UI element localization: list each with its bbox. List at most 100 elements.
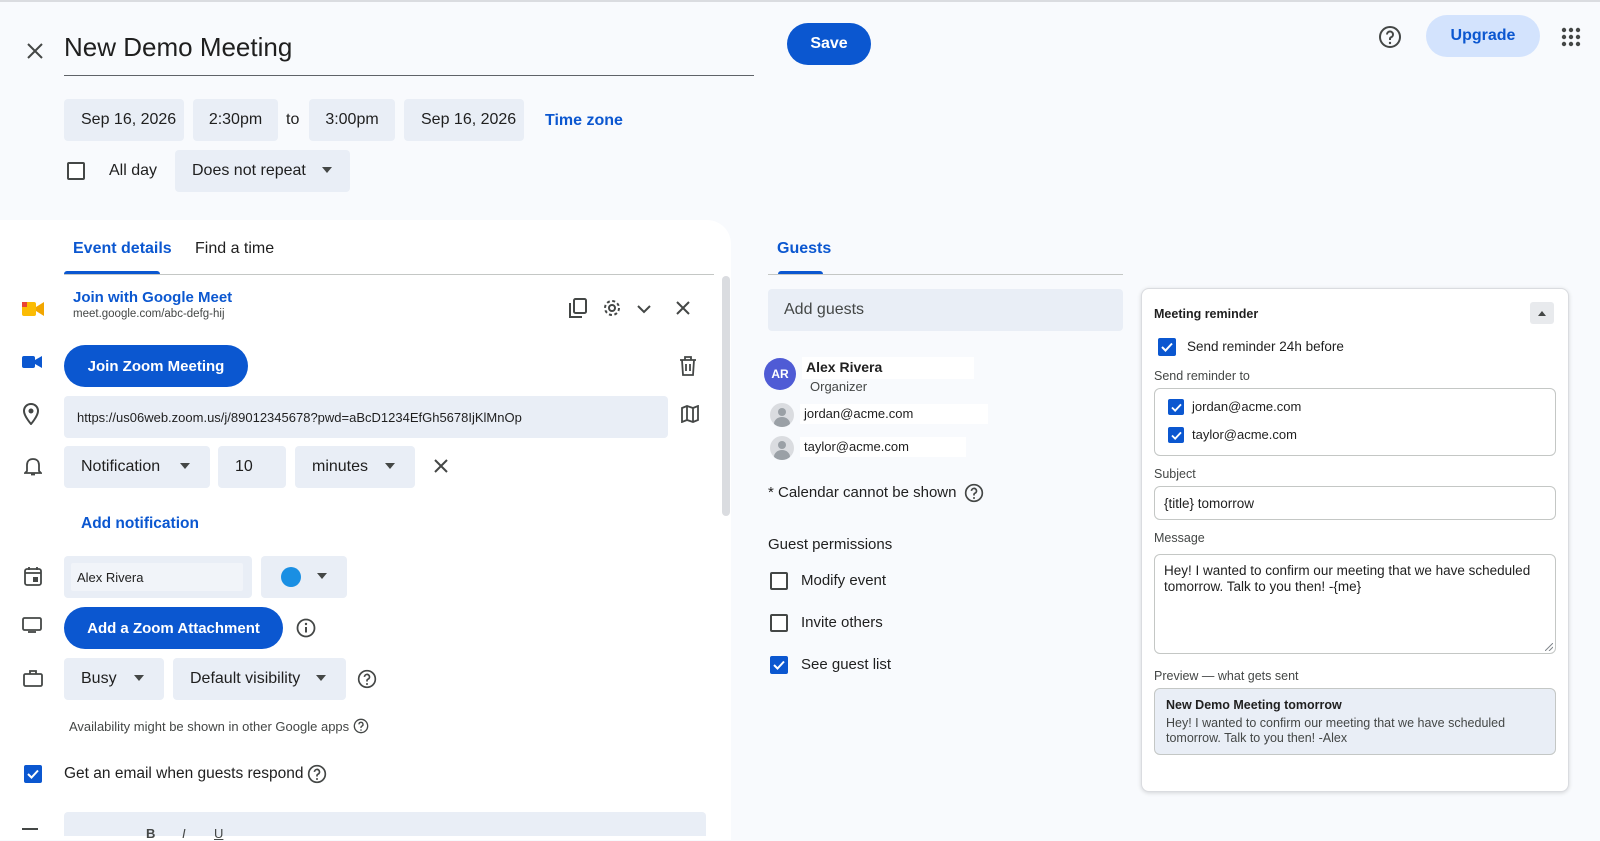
calendar-owner: Alex Rivera <box>71 563 243 591</box>
availability-note: Availability might be shown in other Goo… <box>69 719 350 734</box>
modify-event-checkbox[interactable] <box>770 572 788 590</box>
description-icon <box>22 828 38 830</box>
close-icon[interactable] <box>22 38 48 64</box>
recipient-email: jordan@acme.com <box>1192 399 1302 414</box>
calendar-icon <box>24 566 42 586</box>
message-value: Hey! I wanted to confirm our meeting tha… <box>1164 563 1531 594</box>
monitor-icon <box>22 617 42 633</box>
help-icon[interactable] <box>352 717 370 735</box>
subject-input[interactable]: {title} tomorrow <box>1154 486 1556 520</box>
tab-event-details[interactable]: Event details <box>73 240 172 258</box>
remove-meet-icon[interactable] <box>672 297 694 319</box>
add-notification-link[interactable]: Add notification <box>81 515 199 533</box>
google-meet-icon <box>22 300 44 318</box>
italic-icon[interactable]: I <box>182 826 186 841</box>
availability-dropdown[interactable]: Busy <box>64 658 164 700</box>
all-day-label: All day <box>109 162 158 179</box>
add-zoom-attachment-button[interactable]: Add a Zoom Attachment <box>64 607 283 649</box>
send-24h-checkbox[interactable] <box>1158 338 1176 356</box>
invite-others-label: Invite others <box>801 614 883 631</box>
help-icon[interactable] <box>356 668 378 690</box>
notification-type-value: Notification <box>81 458 161 475</box>
upgrade-button[interactable]: Upgrade <box>1426 15 1540 57</box>
recipient-email: taylor@acme.com <box>1192 427 1297 442</box>
guest-email-field: taylor@acme.com <box>800 437 966 457</box>
tab-find-time[interactable]: Find a time <box>195 240 274 258</box>
bell-icon <box>24 456 42 476</box>
dropdown-arrow-icon <box>385 463 395 469</box>
remove-notification-icon[interactable] <box>430 455 452 477</box>
event-color-dropdown[interactable] <box>261 556 347 598</box>
see-guest-list-checkbox[interactable] <box>770 656 788 674</box>
event-title-field[interactable]: New Demo Meeting <box>64 22 754 76</box>
availability-value: Busy <box>81 670 117 687</box>
bold-icon[interactable]: B <box>146 826 155 841</box>
visibility-dropdown[interactable]: Default visibility <box>173 658 346 700</box>
chevron-down-icon[interactable] <box>634 299 654 319</box>
checkmark-icon <box>1170 403 1182 412</box>
collapse-panel-button[interactable] <box>1530 302 1554 324</box>
subject-label: Subject <box>1154 467 1196 481</box>
permissions-title: Guest permissions <box>768 536 893 553</box>
description-toolbar: B I U <box>64 812 706 841</box>
apps-grid-icon[interactable] <box>1558 24 1584 50</box>
notification-type-dropdown[interactable]: Notification <box>64 446 210 488</box>
send-to-label: Send reminder to <box>1154 369 1250 383</box>
notification-amount-input[interactable]: 10 <box>218 446 286 488</box>
help-icon[interactable] <box>1377 24 1403 50</box>
underline-icon[interactable]: U <box>214 826 223 841</box>
message-label: Message <box>1154 531 1205 545</box>
timezone-link[interactable]: Time zone <box>545 112 623 130</box>
notification-unit-value: minutes <box>312 458 369 475</box>
visibility-value: Default visibility <box>190 670 301 687</box>
preview-box: New Demo Meeting tomorrow Hey! I wanted … <box>1154 688 1556 755</box>
dropdown-arrow-icon <box>180 463 190 469</box>
all-day-checkbox[interactable] <box>67 162 85 180</box>
modify-event-label: Modify event <box>801 572 887 589</box>
help-icon[interactable] <box>306 763 328 785</box>
invite-others-checkbox[interactable] <box>770 614 788 632</box>
guest-role: Organizer <box>810 379 868 394</box>
avatar <box>770 403 794 427</box>
trash-icon[interactable] <box>677 354 699 378</box>
start-date-chip[interactable]: Sep 16, 2026 <box>64 99 184 141</box>
chevron-up-icon <box>1538 310 1546 316</box>
gear-icon[interactable] <box>601 297 623 319</box>
calendar-owner-field[interactable]: Alex Rivera <box>64 556 252 598</box>
scrollbar[interactable] <box>722 276 730 516</box>
preview-subject: New Demo Meeting tomorrow <box>1166 698 1342 712</box>
info-icon[interactable] <box>295 617 317 639</box>
email-guests-checkbox[interactable] <box>24 765 42 783</box>
join-meet-link[interactable]: Join with Google Meet <box>73 289 232 306</box>
guest-email: taylor@acme.com <box>804 439 909 454</box>
copy-icon[interactable] <box>567 297 589 319</box>
location-pin-icon <box>23 403 39 425</box>
top-border <box>0 0 1600 2</box>
help-icon[interactable] <box>963 482 985 504</box>
save-button[interactable]: Save <box>787 23 871 65</box>
checkmark-icon <box>27 769 39 779</box>
map-icon[interactable] <box>679 403 701 425</box>
location-field[interactable]: https://us06web.zoom.us/j/89012345678?pw… <box>64 396 668 438</box>
avatar <box>770 436 794 460</box>
join-zoom-button[interactable]: Join Zoom Meeting <box>64 345 248 387</box>
to-label: to <box>286 111 300 128</box>
recipient-checkbox[interactable] <box>1168 399 1184 415</box>
repeat-dropdown[interactable]: Does not repeat <box>175 150 350 192</box>
guest-email: jordan@acme.com <box>804 406 914 421</box>
add-guests-input[interactable]: Add guests <box>768 289 1123 331</box>
preview-label: Preview — what gets sent <box>1154 669 1299 683</box>
end-date-chip[interactable]: Sep 16, 2026 <box>404 99 524 141</box>
message-textarea[interactable]: Hey! I wanted to confirm our meeting tha… <box>1154 554 1556 654</box>
recipient-checkbox[interactable] <box>1168 427 1184 443</box>
end-time-chip[interactable]: 3:00pm <box>309 99 395 141</box>
dropdown-arrow-icon <box>134 675 144 681</box>
calendar-note: * Calendar cannot be shown <box>768 484 957 501</box>
start-time-chip[interactable]: 2:30pm <box>193 99 278 141</box>
email-guests-label: Get an email when guests respond <box>64 765 304 782</box>
briefcase-icon <box>23 669 43 687</box>
dropdown-arrow-icon <box>317 573 327 579</box>
reminder-title: Meeting reminder <box>1154 307 1259 321</box>
tab-guests[interactable]: Guests <box>777 240 831 258</box>
notification-unit-dropdown[interactable]: minutes <box>295 446 415 488</box>
